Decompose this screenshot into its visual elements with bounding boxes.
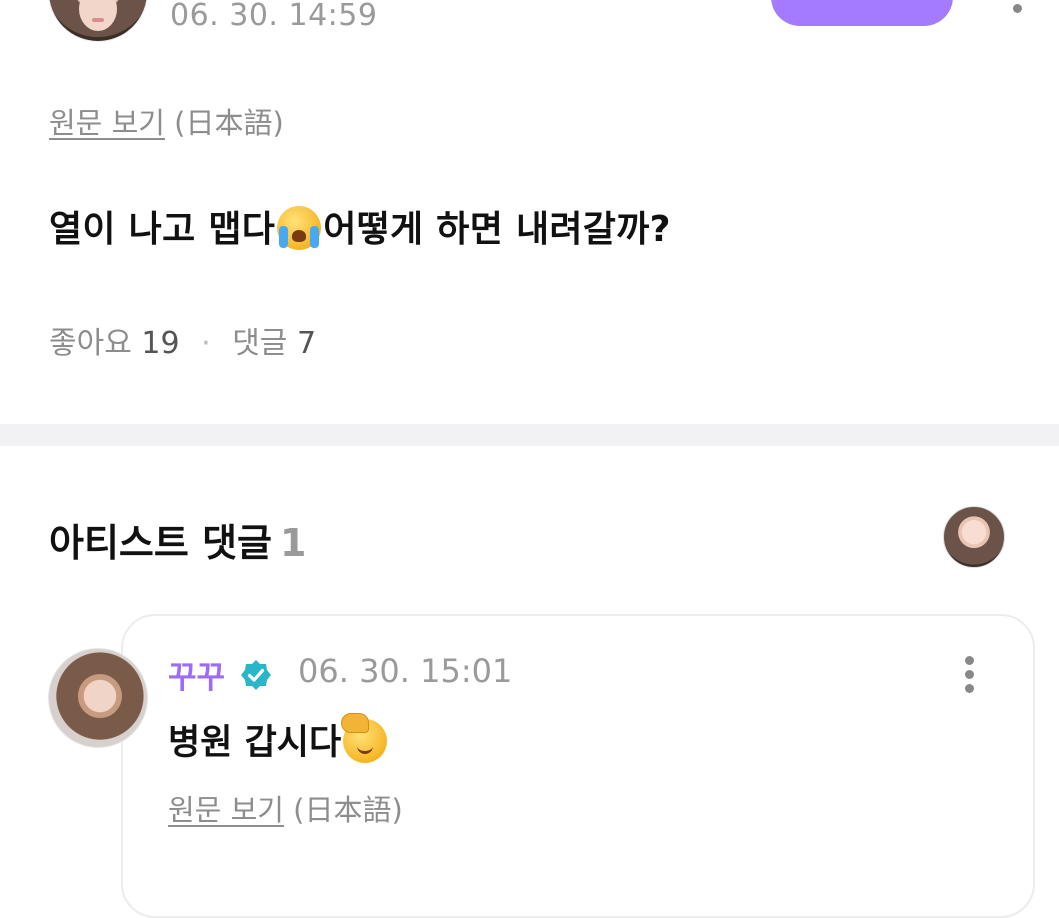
view-original-label[interactable]: 원문 보기 (49, 106, 165, 140)
likes-count: 19 (141, 326, 180, 361)
comment-view-original-label[interactable]: 원문 보기 (168, 793, 284, 827)
artist-name[interactable]: 꾸꾸 (168, 652, 225, 697)
post-stats: 좋아요 19 · 댓글 7 (49, 318, 316, 362)
post-timestamp: 06. 30. 14:59 (170, 0, 378, 33)
comment-timestamp: 06. 30. 15:01 (298, 652, 513, 690)
comment-view-original-link[interactable]: 원문 보기 (日本語) (168, 787, 403, 829)
likes-label[interactable]: 좋아요 (49, 326, 132, 361)
post-body-text-2: 어떻게 하면 내려갈까? (323, 209, 671, 250)
post-body: 열이 나고 맵다 어떻게 하면 내려갈까? (49, 200, 671, 253)
artist-comments-header: 아티스트 댓글 1 (49, 512, 306, 567)
comment-body: 병원 갑시다 (168, 723, 342, 763)
post-author-avatar[interactable] (48, 0, 148, 42)
stats-separator: · (201, 326, 211, 361)
artist-comments-count: 1 (280, 521, 307, 565)
section-divider (0, 424, 1059, 446)
loudly-crying-face-icon (277, 206, 322, 250)
original-language: (日本語) (174, 106, 284, 140)
comment-more-icon[interactable] (960, 656, 980, 694)
saluting-face-icon (341, 713, 388, 763)
artist-filter-avatar[interactable] (943, 506, 1005, 568)
verified-badge-icon (241, 660, 271, 690)
artist-avatar[interactable] (48, 648, 148, 748)
view-original-link[interactable]: 원문 보기 (日本語) (49, 100, 284, 142)
artist-comments-title: 아티스트 댓글 (49, 521, 272, 565)
follow-button[interactable] (771, 0, 953, 26)
comments-label[interactable]: 댓글 (232, 326, 287, 361)
comment-original-language: (日本語) (293, 793, 403, 827)
comments-count: 7 (296, 326, 317, 361)
comment-text: 병원 갑시다 (168, 713, 388, 766)
post-body-text-1: 열이 나고 맵다 (49, 209, 276, 250)
post-more-icon[interactable] (1008, 0, 1028, 24)
